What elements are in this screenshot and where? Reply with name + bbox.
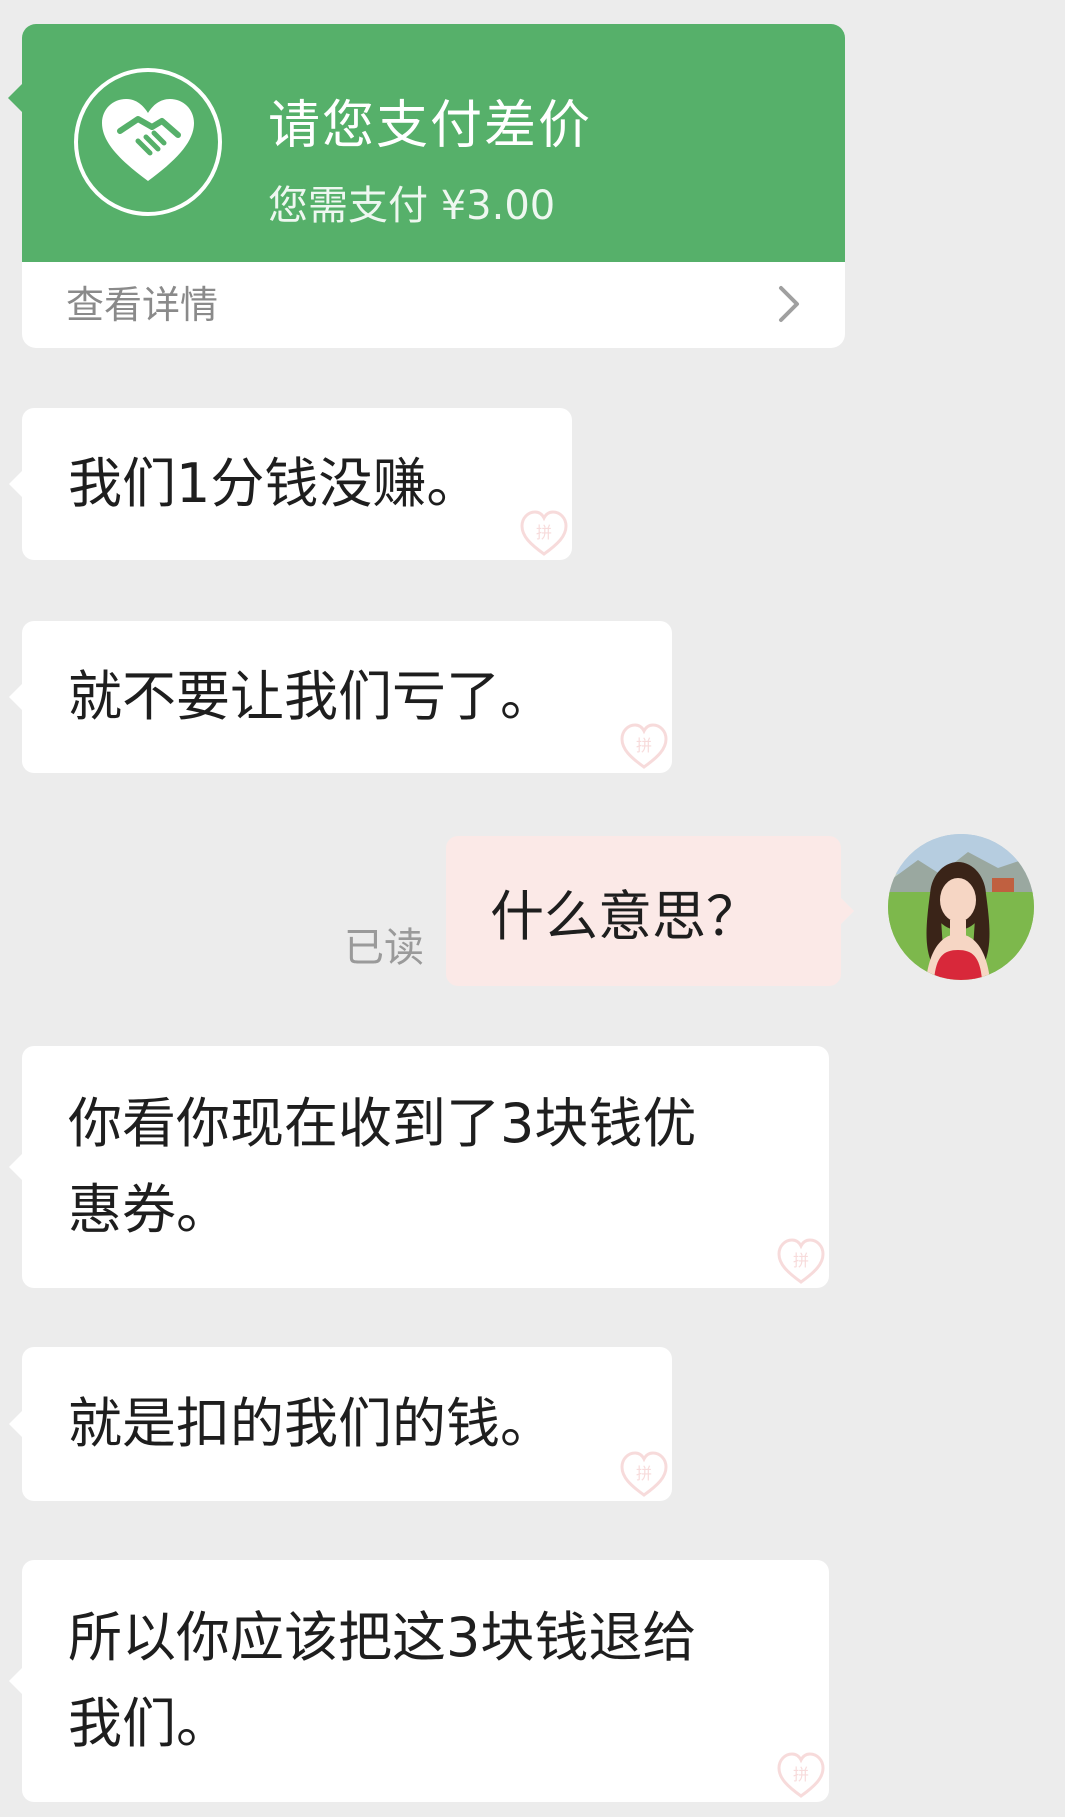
chat-message-incoming[interactable]: 你看你现在收到了3块钱优 惠券。 拼 — [9, 1046, 829, 1288]
bubble-tail — [9, 470, 23, 498]
chat-message-incoming[interactable]: 就不要让我们亏了。 拼 — [9, 621, 672, 773]
chat-message-outgoing[interactable]: 什么意思？ — [446, 836, 854, 986]
chevron-right-icon — [779, 286, 799, 322]
svg-text:拼: 拼 — [793, 1251, 809, 1270]
payment-request-card[interactable]: 请您支付差价 您需支付 ¥3.00 查看详情 — [22, 24, 845, 348]
payment-card-header: 请您支付差价 您需支付 ¥3.00 — [22, 24, 845, 262]
user-avatar[interactable] — [888, 834, 1034, 980]
message-text: 就是扣的我们的钱。 — [68, 1392, 554, 1455]
bubble-tail — [840, 897, 854, 925]
chat-message-incoming[interactable]: 就是扣的我们的钱。 拼 — [9, 1347, 672, 1501]
bubble-tail — [9, 1667, 23, 1695]
watermark-icon: 拼 — [620, 723, 668, 769]
message-text: 你看你现在收到了3块钱优 惠券。 — [68, 1092, 697, 1241]
chat-message-incoming[interactable]: 我们1分钱没赚。 拼 — [9, 408, 572, 560]
payment-title: 请您支付差价 — [268, 96, 593, 156]
message-text: 我们1分钱没赚。 — [68, 452, 481, 515]
svg-text:拼: 拼 — [636, 736, 652, 755]
heart-handshake-icon — [74, 68, 222, 216]
message-text: 什么意思？ — [490, 884, 760, 948]
svg-text:拼: 拼 — [636, 1464, 652, 1483]
view-details-label: 查看详情 — [66, 283, 219, 327]
read-receipt: 已读 — [344, 925, 424, 971]
watermark-icon: 拼 — [620, 1451, 668, 1497]
bubble-tail — [9, 1410, 23, 1438]
view-details-row[interactable]: 查看详情 — [22, 262, 845, 348]
svg-text:拼: 拼 — [536, 523, 552, 542]
message-text: 所以你应该把这3块钱退给 我们。 — [68, 1606, 697, 1755]
message-text: 就不要让我们亏了。 — [68, 665, 554, 728]
watermark-icon: 拼 — [777, 1752, 825, 1798]
payment-card-tail — [8, 84, 22, 112]
chat-message-incoming[interactable]: 所以你应该把这3块钱退给 我们。 拼 — [9, 1560, 829, 1802]
watermark-icon: 拼 — [520, 510, 568, 556]
bubble-tail — [9, 1153, 23, 1181]
payment-amount: 您需支付 ¥3.00 — [268, 183, 556, 229]
watermark-icon: 拼 — [777, 1238, 825, 1284]
svg-text:拼: 拼 — [793, 1765, 809, 1784]
bubble-tail — [9, 683, 23, 711]
